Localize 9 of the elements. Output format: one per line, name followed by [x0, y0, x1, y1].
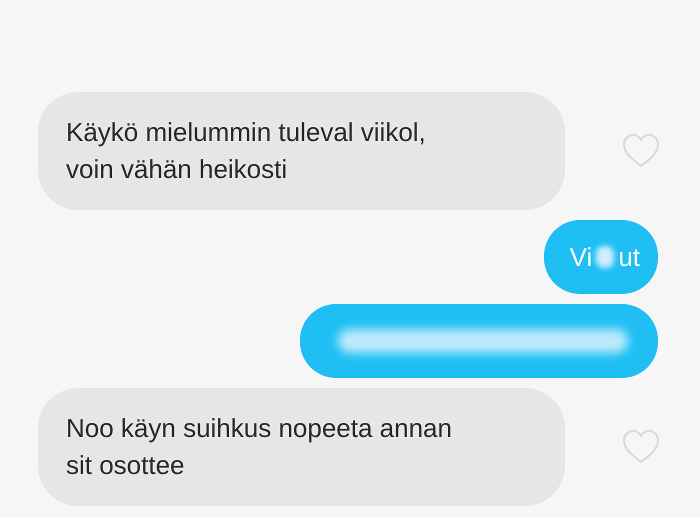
message-text: voin vähän heikosti: [66, 153, 288, 186]
message-text: sit osottee: [66, 449, 186, 482]
message-text: ut: [618, 240, 640, 274]
message-text: Käykö mielummin tuleval viikol,: [66, 116, 427, 149]
message-text: Vi: [570, 240, 592, 274]
blurred-text: [596, 246, 614, 268]
heart-icon[interactable]: [622, 133, 660, 169]
message-text: Noo käyn suihkus nopeeta annan: [66, 412, 453, 445]
heart-icon[interactable]: [622, 429, 660, 465]
